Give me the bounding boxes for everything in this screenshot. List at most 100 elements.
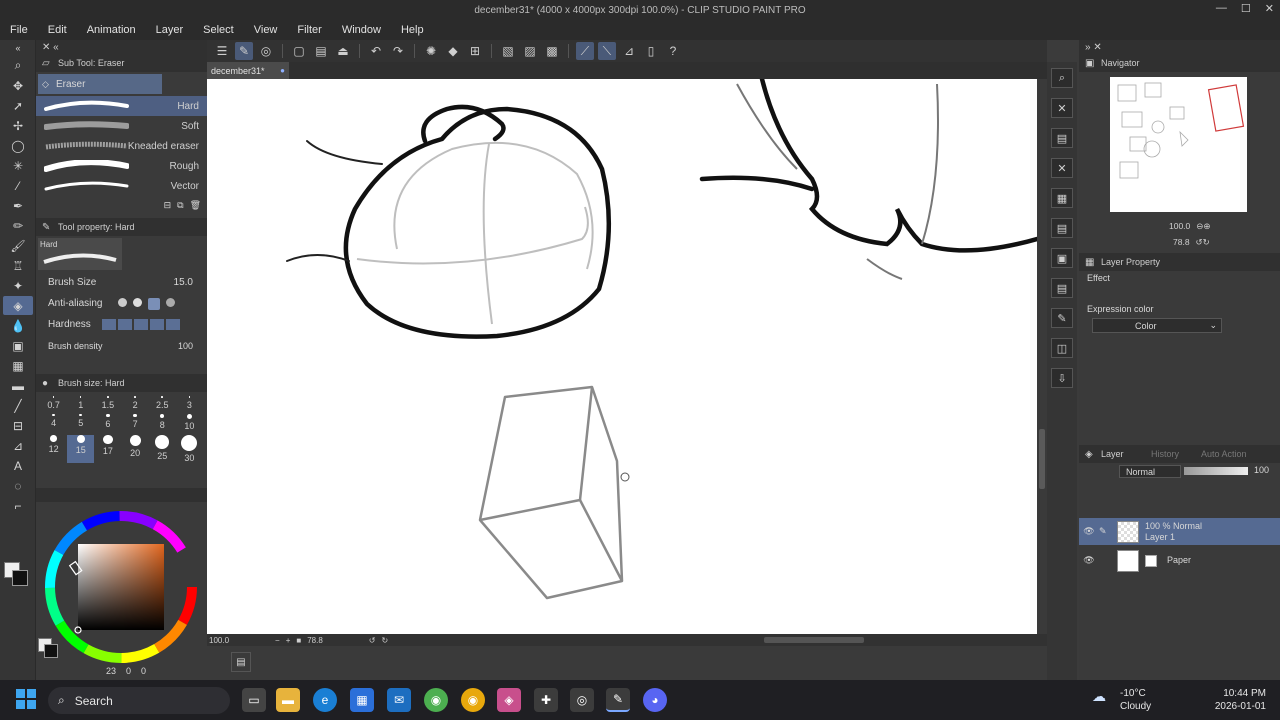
menu-filter[interactable]: Filter (287, 24, 331, 36)
tab-close-icon[interactable]: ● (280, 66, 289, 75)
weather-widget[interactable]: -10°C Cloudy (1120, 687, 1151, 713)
collapse-icon[interactable]: « (3, 41, 33, 55)
close-icon[interactable]: ✕ (1265, 2, 1274, 15)
panel-icon-9[interactable]: ◫ (1051, 338, 1073, 358)
menu-window[interactable]: Window (332, 24, 391, 36)
zoom-out-icon[interactable]: − (275, 636, 280, 645)
pen-tool-icon[interactable]: ✒ (3, 196, 33, 215)
brush-size-option[interactable]: 5 (67, 413, 94, 432)
move-tool-icon[interactable]: ✥ (3, 76, 33, 95)
canvas-vertical-scrollbar[interactable] (1037, 79, 1047, 634)
layer-row-paper[interactable]: 👁 Paper (1079, 547, 1280, 574)
canvas-icon[interactable]: ◎ (257, 42, 275, 60)
brush-size-option[interactable]: 2.5 (149, 396, 176, 410)
brush-size-row[interactable]: Brush Size 15.0 (36, 272, 207, 293)
subtool-delete-icon[interactable]: 🗑 (190, 200, 201, 211)
ruler-snap-icon[interactable]: ⟋ (576, 42, 594, 60)
zoom-in-icon[interactable]: + (286, 636, 291, 645)
brush-tool-icon[interactable]: 🖌 (3, 236, 33, 255)
tab-layer[interactable]: Layer (1101, 449, 1151, 459)
vscroll-thumb[interactable] (1039, 429, 1045, 489)
balloon-icon[interactable]: ◌ (3, 476, 33, 495)
menu-select[interactable]: Select (193, 24, 244, 36)
hscroll-thumb[interactable] (764, 637, 865, 643)
pen-mode-icon[interactable]: ✎ (235, 42, 253, 60)
layer-row-layer1[interactable]: 👁 ✎ 100 % Normal Layer 1 (1079, 518, 1280, 545)
eye-icon[interactable]: 👁 (1079, 555, 1099, 566)
zoom-tool-icon[interactable]: ⌕ (3, 56, 33, 75)
clock[interactable]: 10:44 PM 2026-01-01 (1206, 687, 1266, 713)
frame-icon[interactable]: ⊟ (3, 416, 33, 435)
pencil-tool-icon[interactable]: ✏ (3, 216, 33, 235)
operation-tool-icon[interactable]: ➚ (3, 96, 33, 115)
line-icon[interactable]: ╱ (3, 396, 33, 415)
brush-size-option[interactable]: 12 (40, 435, 67, 463)
save-icon[interactable]: ⏏ (334, 42, 352, 60)
tab-auto-action[interactable]: Auto Action (1201, 449, 1247, 459)
hardness-row[interactable]: Hardness (36, 314, 207, 335)
anti-aliasing-row[interactable]: Anti-aliasing (36, 293, 207, 314)
phone-icon[interactable]: ▯ (642, 42, 660, 60)
document-tab[interactable]: december31* ● (207, 62, 289, 79)
redo-icon[interactable]: ↷ (389, 42, 407, 60)
hardness-levels[interactable] (102, 319, 180, 330)
mail-icon[interactable]: ✉ (387, 688, 411, 712)
new-icon[interactable]: ▢ (290, 42, 308, 60)
panel-icon-3[interactable]: ✕ (1051, 158, 1073, 178)
fill-icon[interactable]: ◆ (444, 42, 462, 60)
menu-layer[interactable]: Layer (146, 24, 194, 36)
brush-size-option[interactable]: 30 (176, 435, 203, 463)
subtool-item-hard[interactable]: Hard (36, 96, 207, 116)
brush-size-option[interactable]: 2 (121, 396, 148, 410)
special-ruler-icon[interactable]: ⟍ (598, 42, 616, 60)
windows-start-icon[interactable] (16, 689, 36, 709)
panel-icon-8[interactable]: ✎ (1051, 308, 1073, 328)
navigator-zoom-row[interactable]: 100.0 ⊖ ⊕ (1079, 218, 1280, 234)
gradient-icon[interactable]: ▦ (3, 356, 33, 375)
brush-size-option[interactable]: 6 (94, 413, 121, 432)
task-view-icon[interactable]: ▭ (242, 688, 266, 712)
brush-size-option[interactable]: 7 (121, 413, 148, 432)
eyedropper-icon[interactable]: ⁄ (3, 176, 33, 195)
help-icon[interactable]: ? (664, 42, 682, 60)
panel-icon-5[interactable]: ▤ (1051, 218, 1073, 238)
subtool-copy-icon[interactable]: ⊟ (164, 200, 172, 211)
canvas[interactable] (207, 79, 1037, 634)
taskbar-search[interactable]: ⌕ Search (48, 687, 230, 714)
menu-animation[interactable]: Animation (77, 24, 146, 36)
selection-clear-icon[interactable]: ▧ (499, 42, 517, 60)
brush-density-row[interactable]: Brush density 100 (36, 335, 207, 356)
lasso-tool-icon[interactable]: ◯ (3, 136, 33, 155)
subtool-item-vector[interactable]: Vector (36, 176, 207, 196)
blend-mode-select[interactable]: Normal (1119, 465, 1181, 478)
brush-size-option[interactable]: 10 (176, 413, 203, 431)
discord-icon[interactable]: ◕ (643, 688, 667, 712)
subtool-item-kneaded-eraser[interactable]: Kneaded eraser (36, 136, 207, 156)
brush-size-option[interactable]: 17 (94, 435, 121, 463)
selection-show-icon[interactable]: ▩ (543, 42, 561, 60)
menu-icon[interactable]: ☰ (213, 42, 231, 60)
brush-size-option[interactable]: 8 (149, 413, 176, 432)
menu-view[interactable]: View (244, 24, 288, 36)
decoration-icon[interactable]: ✦ (3, 276, 33, 295)
store-icon[interactable]: ▦ (350, 688, 374, 712)
open-icon[interactable]: ▤ (312, 42, 330, 60)
navigator-rotate-row[interactable]: 78.8 ↺ ↻ (1079, 234, 1280, 250)
expression-color-select[interactable]: Color ⌄ (1092, 318, 1222, 333)
maximize-icon[interactable]: ☐ (1241, 2, 1251, 15)
anti-aliasing-options[interactable] (118, 297, 175, 310)
figure-icon[interactable]: ▬ (3, 376, 33, 395)
brush-size-option[interactable]: 3 (176, 396, 203, 410)
navigator-preview[interactable] (1110, 77, 1247, 212)
color-wheel[interactable] (40, 506, 202, 668)
brush-size-option[interactable]: 1 (67, 396, 94, 410)
opacity-slider[interactable] (1184, 467, 1248, 475)
sub-color-chip[interactable] (44, 644, 58, 658)
brush-size-option[interactable]: 15 (67, 435, 95, 464)
nav-zoom-out-icon[interactable]: ⊖ (1196, 221, 1203, 232)
rotate-left-icon[interactable]: ↺ (369, 636, 376, 645)
layer-move-icon[interactable]: ✢ (3, 116, 33, 135)
edge-icon[interactable]: e (313, 688, 337, 712)
fit-icon[interactable]: ■ (296, 636, 301, 645)
file-explorer-icon[interactable]: ▬ (276, 688, 300, 712)
